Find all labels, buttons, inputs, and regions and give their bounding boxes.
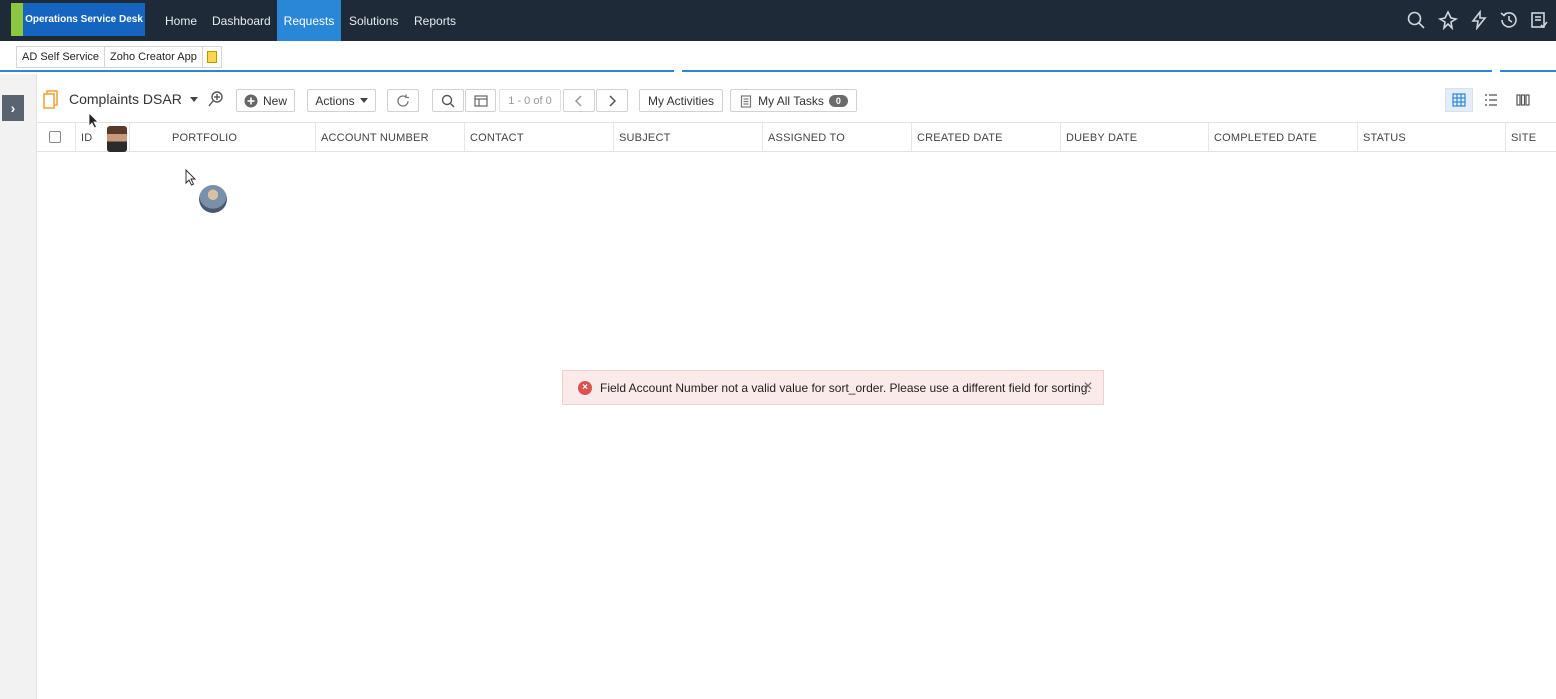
previous-page-button[interactable] <box>563 89 595 112</box>
select-all-checkbox[interactable] <box>49 131 61 143</box>
actions-label: Actions <box>315 93 355 108</box>
error-icon: × <box>578 380 592 395</box>
column-created-date[interactable]: CREATED DATE <box>912 123 1061 152</box>
quicklink-ad-self-service[interactable]: AD Self Service <box>16 46 106 68</box>
progress-rule <box>682 70 1492 72</box>
columns-icon <box>1516 94 1530 106</box>
my-all-tasks-label: My All Tasks <box>758 93 824 108</box>
nav-requests[interactable]: Requests <box>277 0 341 41</box>
refresh-button[interactable] <box>387 89 419 112</box>
columns-view-button[interactable] <box>1509 88 1537 112</box>
request-view-icon <box>43 90 59 110</box>
error-toast: × Field Account Number not a valid value… <box>562 370 1104 405</box>
quicklink-zoho-creator[interactable]: Zoho Creator App <box>104 46 203 68</box>
expand-sidebar-button[interactable]: › <box>2 95 24 121</box>
rocket-icon[interactable] <box>1436 8 1460 32</box>
search-filter-icon[interactable] <box>207 90 225 108</box>
column-completed-date[interactable]: COMPLETED DATE <box>1209 123 1358 152</box>
chevron-down-icon <box>189 96 198 102</box>
view-name: Complaints DSAR <box>69 91 182 107</box>
column-status[interactable]: STATUS <box>1358 123 1506 152</box>
grid-view-button[interactable] <box>1445 88 1473 112</box>
brand-accent-bar <box>11 3 23 36</box>
cursor-icon <box>185 169 197 186</box>
column-chooser-icon <box>473 94 488 107</box>
column-chooser-button[interactable] <box>465 89 496 112</box>
column-dueby-date[interactable]: DUEBY DATE <box>1061 123 1209 152</box>
progress-rule <box>0 70 674 72</box>
view-selector[interactable]: Complaints DSAR <box>69 91 198 107</box>
toast-message: Field Account Number not a valid value f… <box>600 380 1091 395</box>
next-page-button[interactable] <box>596 89 628 112</box>
search-icon[interactable] <box>1404 8 1428 32</box>
lightning-icon[interactable] <box>1467 8 1491 32</box>
top-navigation: Operations Service Desk Home Dashboard R… <box>0 0 1556 41</box>
tasks-icon[interactable] <box>1527 8 1551 32</box>
list-view-button[interactable] <box>1477 88 1505 112</box>
chevron-left-icon <box>574 94 582 107</box>
nav-dashboard[interactable]: Dashboard <box>204 0 279 41</box>
task-count-badge: 0 <box>828 94 848 107</box>
grid-icon <box>1452 93 1466 107</box>
column-assigned-to[interactable]: ASSIGNED TO <box>763 123 912 152</box>
new-label: New <box>262 93 287 108</box>
search-button[interactable] <box>432 89 464 112</box>
column-account-number[interactable]: ACCOUNT NUMBER <box>316 123 465 152</box>
column-subject[interactable]: SUBJECT <box>614 123 763 152</box>
pager-text: 1 - 0 of 0 <box>508 94 552 107</box>
chevron-down-icon <box>359 98 368 103</box>
nav-reports[interactable]: Reports <box>406 0 464 41</box>
my-activities-button[interactable]: My Activities <box>639 89 723 112</box>
pagination-range: 1 - 0 of 0 <box>499 89 561 112</box>
column-portfolio[interactable]: PORTFOLIO <box>167 123 316 152</box>
avatar <box>199 185 227 213</box>
nav-home[interactable]: Home <box>157 0 205 41</box>
avatar <box>107 126 127 152</box>
table-header: ID PORTFOLIO ACCOUNT NUMBER CONTACT SUBJ… <box>37 122 1556 152</box>
chevron-right-icon <box>609 94 617 107</box>
search-icon <box>441 94 455 107</box>
nav-solutions[interactable]: Solutions <box>341 0 406 41</box>
column-site[interactable]: SITE <box>1506 123 1556 152</box>
new-request-button[interactable]: New <box>236 89 295 112</box>
refresh-icon <box>397 94 409 107</box>
list-toolbar: Complaints DSAR New Actions 1 - 0 of 0 M… <box>37 74 1556 122</box>
plus-circle-icon <box>244 94 258 107</box>
task-clipboard-icon <box>740 94 752 108</box>
list-icon <box>1485 94 1497 106</box>
cursor-icon <box>88 112 99 129</box>
close-icon[interactable]: × <box>1081 379 1095 395</box>
my-all-tasks-button[interactable]: My All Tasks 0 <box>730 89 857 112</box>
history-icon[interactable] <box>1497 8 1521 32</box>
progress-rule <box>1500 70 1556 72</box>
clipboard-icon[interactable] <box>202 46 222 68</box>
left-rail: › <box>0 74 37 699</box>
actions-button[interactable]: Actions <box>307 89 376 112</box>
app-brand[interactable]: Operations Service Desk <box>23 3 145 36</box>
column-contact[interactable]: CONTACT <box>465 123 614 152</box>
